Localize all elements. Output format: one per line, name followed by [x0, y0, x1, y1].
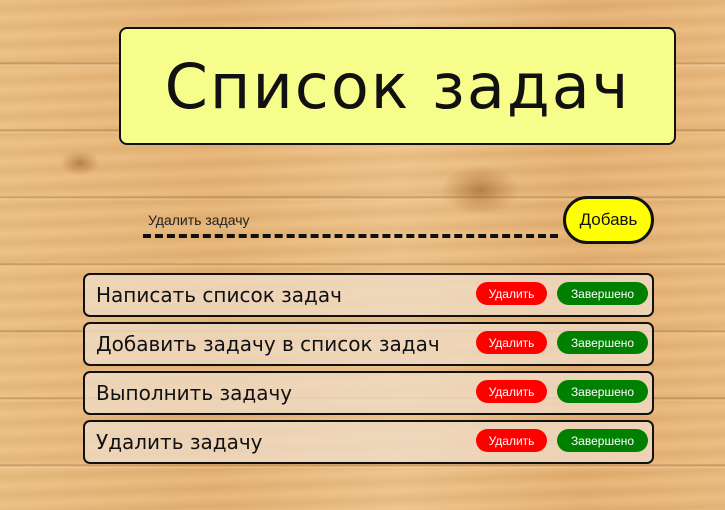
- delete-task-button[interactable]: Удалить: [476, 380, 547, 403]
- complete-task-button[interactable]: Завершено: [557, 429, 648, 452]
- task-text: Удалить задачу: [96, 430, 263, 454]
- task-list: Написать список задач Удалить Завершено …: [83, 273, 654, 469]
- delete-task-button[interactable]: Удалить: [476, 282, 547, 305]
- wood-knot: [60, 150, 100, 176]
- task-item: Написать список задач Удалить Завершено: [83, 273, 654, 317]
- complete-task-button[interactable]: Завершено: [557, 380, 648, 403]
- task-item: Удалить задачу Удалить Завершено: [83, 420, 654, 464]
- complete-task-button[interactable]: Завершено: [557, 331, 648, 354]
- task-text: Добавить задачу в список задач: [96, 332, 440, 356]
- task-text: Выполнить задачу: [96, 381, 293, 405]
- complete-task-button[interactable]: Завершено: [557, 282, 648, 305]
- task-text: Написать список задач: [96, 283, 342, 307]
- task-item: Выполнить задачу Удалить Завершено: [83, 371, 654, 415]
- add-task-button[interactable]: Добавь: [563, 196, 654, 244]
- task-input[interactable]: [143, 206, 558, 238]
- delete-task-button[interactable]: Удалить: [476, 331, 547, 354]
- task-item: Добавить задачу в список задач Удалить З…: [83, 322, 654, 366]
- page-title: Список задач: [164, 49, 631, 123]
- title-banner: Список задач: [119, 27, 676, 145]
- delete-task-button[interactable]: Удалить: [476, 429, 547, 452]
